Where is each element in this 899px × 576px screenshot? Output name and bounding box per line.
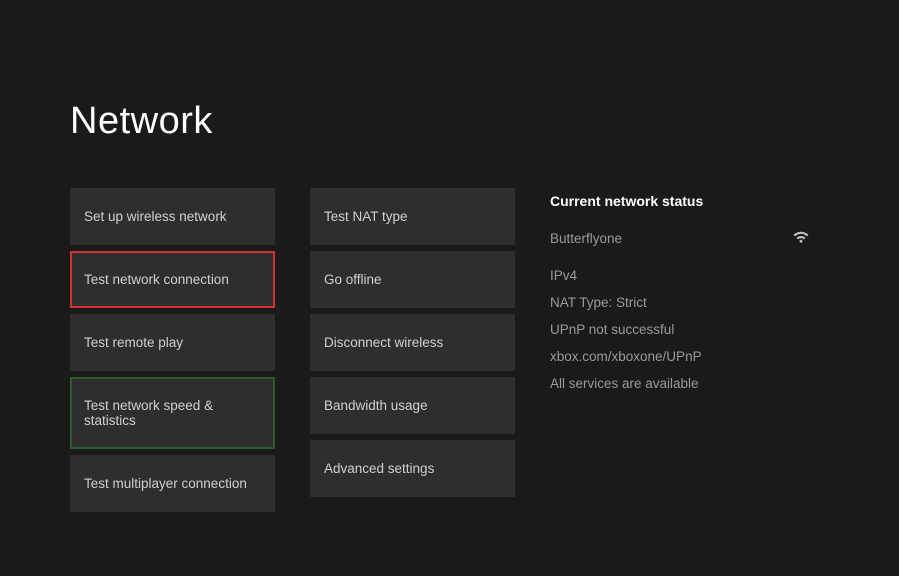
disconnect-wireless-button[interactable]: Disconnect wireless	[310, 314, 515, 371]
advanced-settings-button[interactable]: Advanced settings	[310, 440, 515, 497]
test-multiplayer-connection-button[interactable]: Test multiplayer connection	[70, 455, 275, 512]
status-panel: Current network status Butterflyone IPv4…	[550, 188, 810, 512]
test-remote-play-button[interactable]: Test remote play	[70, 314, 275, 371]
status-title: Current network status	[550, 193, 810, 209]
network-name-row: Butterflyone	[550, 225, 810, 252]
test-nat-type-button[interactable]: Test NAT type	[310, 188, 515, 245]
status-upnp: UPnP not successful	[550, 316, 810, 343]
setup-wireless-network-button[interactable]: Set up wireless network	[70, 188, 275, 245]
content-area: Set up wireless network Test network con…	[0, 143, 899, 512]
status-ipv4: IPv4	[550, 262, 810, 289]
test-network-connection-button[interactable]: Test network connection	[70, 251, 275, 308]
status-services: All services are available	[550, 370, 810, 397]
status-upnp-url: xbox.com/xboxone/UPnP	[550, 343, 810, 370]
right-column: Test NAT type Go offline Disconnect wire…	[310, 188, 515, 512]
wifi-icon	[792, 229, 810, 248]
network-name: Butterflyone	[550, 225, 622, 252]
page-title: Network	[0, 0, 899, 143]
bandwidth-usage-button[interactable]: Bandwidth usage	[310, 377, 515, 434]
status-nat-type: NAT Type: Strict	[550, 289, 810, 316]
test-network-speed-button[interactable]: Test network speed & statistics	[70, 377, 275, 449]
go-offline-button[interactable]: Go offline	[310, 251, 515, 308]
left-column: Set up wireless network Test network con…	[70, 188, 275, 512]
